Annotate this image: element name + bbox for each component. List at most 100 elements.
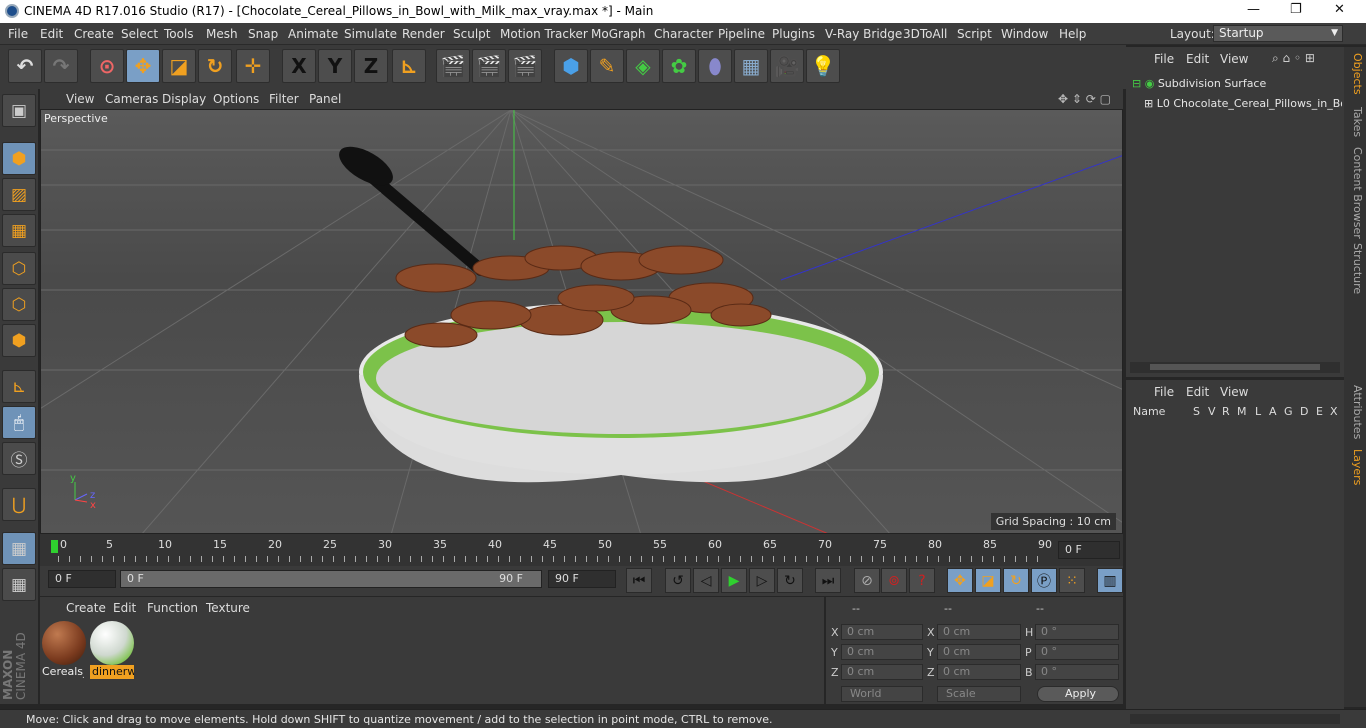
menu-create[interactable]: Create — [74, 27, 114, 41]
texture-mode-icon[interactable]: ▨ — [2, 178, 36, 211]
tab-attributes[interactable]: Attributes — [1346, 385, 1364, 439]
record-keys-icon[interactable]: ⊘ — [854, 568, 880, 593]
subdivision-icon[interactable]: ◈ — [626, 49, 660, 83]
go-to-start-icon[interactable]: ⏮ — [626, 568, 652, 593]
transform-tool-icon[interactable]: ✛ — [236, 49, 270, 83]
snap-icon[interactable]: Ⓢ — [2, 442, 36, 475]
deformer-icon[interactable]: ⬮ — [698, 49, 732, 83]
menu-character[interactable]: Character — [654, 27, 713, 41]
render-view-icon[interactable]: 🎬 — [436, 49, 470, 83]
scale-tool-icon[interactable]: ◪ — [162, 49, 196, 83]
menu-tools[interactable]: Tools — [164, 27, 194, 41]
menu-window[interactable]: Window — [1001, 27, 1048, 41]
points-mode-icon[interactable]: ⬡ — [2, 252, 36, 285]
rotation-p-field[interactable]: 0 ° — [1035, 644, 1119, 660]
position-y-field[interactable]: 0 cm — [841, 644, 923, 660]
material-swatch-dinnerware[interactable] — [90, 621, 134, 665]
previous-key-icon[interactable]: ↺ — [665, 568, 691, 593]
polygons-mode-icon[interactable]: ⬢ — [2, 324, 36, 357]
range-slider[interactable]: 0 F 90 F — [120, 570, 542, 588]
render-picture-viewer-icon[interactable]: 🎬 — [472, 49, 506, 83]
minimize-icon[interactable]: — — [1247, 2, 1260, 17]
layout-select[interactable]: Startup ▼ — [1213, 25, 1343, 42]
timeline-window-icon[interactable]: ▥ — [1097, 568, 1123, 593]
maximize-icon[interactable]: ❐ — [1290, 2, 1302, 17]
viewport-menu-filter[interactable]: Filter — [269, 92, 299, 106]
menu-render[interactable]: Render — [402, 27, 445, 41]
key-pla-icon[interactable]: ⁙ — [1059, 568, 1085, 593]
position-x-field[interactable]: 0 cm — [841, 624, 923, 640]
workplane-lock-icon[interactable]: ▦ — [2, 532, 36, 565]
viewport-nav-icons[interactable]: ✥ ⇕ ⟳ ▢ — [1058, 92, 1111, 106]
next-frame-icon[interactable]: ▷ — [749, 568, 775, 593]
menu-sculpt[interactable]: Sculpt — [453, 27, 490, 41]
object-menu-view[interactable]: View — [1220, 52, 1248, 66]
menu-mesh[interactable]: Mesh — [206, 27, 238, 41]
cube-object-icon[interactable]: ⬢ — [554, 49, 588, 83]
size-z-field[interactable]: 0 cm — [937, 664, 1021, 680]
tab-takes[interactable]: Takes — [1346, 107, 1364, 137]
size-x-field[interactable]: 0 cm — [937, 624, 1021, 640]
layer-menu-edit[interactable]: Edit — [1186, 385, 1209, 399]
move-tool-icon[interactable]: ✥ — [126, 49, 160, 83]
menu-animate[interactable]: Animate — [288, 27, 338, 41]
key-position-icon[interactable]: ✥ — [947, 568, 973, 593]
viewport-menu-view[interactable]: View — [66, 92, 94, 106]
tab-layers[interactable]: Layers — [1346, 449, 1364, 485]
search-icon[interactable]: ⌕ ⌂ ◦ ⊞ — [1272, 51, 1315, 66]
axis-mode-icon[interactable]: ⊾ — [2, 370, 36, 403]
viewport-menu-cameras[interactable]: Cameras — [105, 92, 158, 106]
menu-mograph[interactable]: MoGraph — [591, 27, 646, 41]
camera-icon[interactable]: 🎥 — [770, 49, 804, 83]
keyframe-selection-icon[interactable]: ? — [909, 568, 935, 593]
z-axis-lock[interactable]: Z — [354, 49, 388, 83]
menu-plugins[interactable]: Plugins — [772, 27, 815, 41]
viewport-menu-options[interactable]: Options — [213, 92, 259, 106]
menu-pipeline[interactable]: Pipeline — [718, 27, 765, 41]
redo-icon[interactable]: ↷ — [44, 49, 78, 83]
rotation-h-field[interactable]: 0 ° — [1035, 624, 1119, 640]
menu-help[interactable]: Help — [1059, 27, 1086, 41]
menu-file[interactable]: File — [8, 27, 28, 41]
grid-icon[interactable]: ▦ — [2, 568, 36, 601]
autokey-icon[interactable]: ⊚ — [881, 568, 907, 593]
edges-mode-icon[interactable]: ⬡ — [2, 288, 36, 321]
end-frame-field[interactable]: 90 F — [548, 570, 616, 588]
material-menu-create[interactable]: Create — [66, 601, 106, 615]
start-frame-field[interactable]: 0 F — [48, 570, 116, 588]
make-editable-icon[interactable]: ▣ — [2, 94, 36, 127]
menu-3dtoall[interactable]: 3DToAll — [903, 27, 947, 41]
x-axis-lock[interactable]: X — [282, 49, 316, 83]
close-icon[interactable]: ✕ — [1334, 2, 1345, 17]
render-settings-icon[interactable]: 🎬 — [508, 49, 542, 83]
timeline-ruler[interactable]: 0 5 10 15 20 25 30 35 40 45 50 55 60 65 … — [40, 534, 1123, 566]
magnet-icon[interactable]: ⋃ — [2, 488, 36, 521]
undo-icon[interactable]: ↶ — [8, 49, 42, 83]
object-scrollbar[interactable] — [1130, 362, 1340, 373]
material-menu-edit[interactable]: Edit — [113, 601, 136, 615]
light-icon[interactable]: 💡 — [806, 49, 840, 83]
material-swatch-cereals[interactable] — [42, 621, 86, 665]
tree-item-cereal-object[interactable]: ⊞ L0 Chocolate_Cereal_Pillows_in_Bow — [1144, 97, 1342, 110]
scale-dropdown[interactable]: Scale — [937, 686, 1021, 702]
menu-motion-tracker[interactable]: Motion Tracker — [500, 27, 588, 41]
tab-objects[interactable]: Objects — [1346, 53, 1364, 95]
object-menu-file[interactable]: File — [1154, 52, 1174, 66]
rotation-b-field[interactable]: 0 ° — [1035, 664, 1119, 680]
size-y-field[interactable]: 0 cm — [937, 644, 1021, 660]
go-to-end-icon[interactable]: ⏭ — [815, 568, 841, 593]
current-frame-field[interactable]: 0 F — [1058, 541, 1120, 559]
menu-edit[interactable]: Edit — [40, 27, 63, 41]
tab-structure[interactable]: Structure — [1346, 243, 1364, 294]
status-scrollbar[interactable] — [1130, 714, 1340, 724]
pen-spline-icon[interactable]: ✎ — [590, 49, 624, 83]
cloner-icon[interactable]: ✿ — [662, 49, 696, 83]
coordinate-system-icon[interactable]: ⊾ — [392, 49, 426, 83]
viewport-menu-panel[interactable]: Panel — [309, 92, 341, 106]
apply-button[interactable]: Apply — [1037, 686, 1119, 702]
tab-content-browser[interactable]: Content Browser — [1346, 147, 1364, 239]
menu-snap[interactable]: Snap — [248, 27, 278, 41]
layer-menu-file[interactable]: File — [1154, 385, 1174, 399]
key-rotation-icon[interactable]: ↻ — [1003, 568, 1029, 593]
key-parameter-icon[interactable]: Ⓟ — [1031, 568, 1057, 593]
